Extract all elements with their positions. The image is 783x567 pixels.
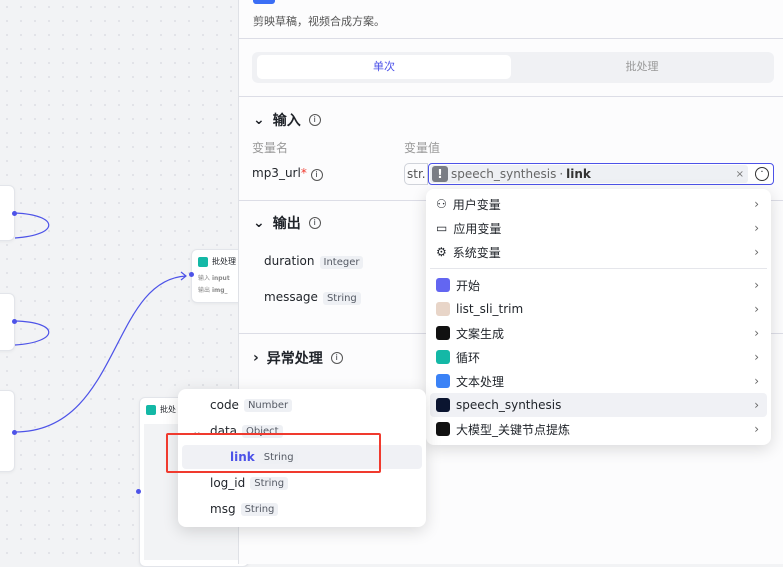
col-value-label: 变量值 bbox=[404, 141, 441, 155]
llm-icon bbox=[436, 326, 450, 340]
chevron-right-icon: › bbox=[754, 302, 759, 316]
port[interactable] bbox=[12, 430, 17, 435]
type-selector[interactable]: str. bbox=[404, 163, 428, 185]
variable-ref-input[interactable]: ! speech_synthesis · link × · bbox=[428, 163, 774, 185]
field-item[interactable]: code Number bbox=[182, 393, 422, 417]
chevron-right-icon: › bbox=[754, 374, 759, 388]
folder-icon: ▭ bbox=[436, 221, 448, 235]
port[interactable] bbox=[189, 272, 194, 277]
chevron-right-icon: › bbox=[754, 197, 759, 211]
node-icon bbox=[253, 0, 275, 4]
loop-icon bbox=[436, 350, 450, 364]
menu-item-node[interactable]: list_sli_trim › bbox=[430, 297, 767, 321]
output-field: duration Integer bbox=[264, 254, 364, 269]
port[interactable] bbox=[136, 489, 141, 494]
menu-item-node[interactable]: speech_synthesis › bbox=[430, 393, 767, 417]
node-description: 剪映草稿，视频合成方案。 bbox=[253, 15, 385, 28]
audio-icon bbox=[436, 398, 450, 412]
warning-icon: ! bbox=[432, 166, 448, 182]
user-icon: ⚇ bbox=[436, 197, 447, 211]
start-icon bbox=[436, 278, 450, 292]
clear-icon[interactable]: × bbox=[736, 169, 744, 180]
chevron-down-icon: ⌄ bbox=[253, 112, 265, 128]
port[interactable] bbox=[12, 211, 17, 216]
output-field: message String bbox=[264, 290, 361, 305]
variable-picker-icon[interactable]: · bbox=[755, 167, 769, 181]
col-name-label: 变量名 bbox=[252, 141, 289, 155]
edge bbox=[14, 320, 50, 346]
avatar-icon bbox=[436, 302, 450, 316]
chevron-right-icon: › bbox=[754, 245, 759, 259]
field-item[interactable]: log_id String bbox=[182, 471, 422, 495]
chevron-right-icon: › bbox=[253, 350, 259, 366]
menu-item-node[interactable]: 开始 › bbox=[430, 273, 767, 297]
menu-item-node[interactable]: 文案生成 › bbox=[430, 321, 767, 345]
batch-icon bbox=[198, 256, 208, 267]
input-section-header[interactable]: ⌄ 输入 i bbox=[253, 110, 321, 130]
chevron-right-icon: › bbox=[754, 221, 759, 235]
menu-item-user-vars[interactable]: ⚇ 用户变量 › bbox=[430, 192, 767, 216]
info-icon[interactable]: i bbox=[310, 169, 323, 181]
variable-menu: ⚇ 用户变量 › ▭ 应用变量 › ⚙ 系统变量 › 开始 › list_sli_trim › 文案… bbox=[426, 189, 771, 445]
chevron-right-icon: › bbox=[754, 326, 759, 340]
menu-item-system-vars[interactable]: ⚙ 系统变量 › bbox=[430, 240, 767, 264]
text-process-icon bbox=[436, 374, 450, 388]
gear-icon: ⚙ bbox=[436, 245, 447, 259]
chevron-right-icon: › bbox=[754, 350, 759, 364]
tab-single[interactable]: 单次 bbox=[257, 55, 511, 79]
menu-item-node[interactable]: 循环 › bbox=[430, 345, 767, 369]
chevron-right-icon: › bbox=[754, 422, 759, 436]
info-icon[interactable]: i bbox=[330, 352, 343, 364]
info-icon[interactable]: i bbox=[308, 114, 321, 126]
param-name: mp3_url* i bbox=[252, 166, 323, 181]
run-mode-tabs: 单次 批处理 bbox=[252, 52, 774, 83]
tab-batch[interactable]: 批处理 bbox=[514, 55, 770, 79]
menu-divider bbox=[430, 268, 767, 269]
field-item[interactable]: msg String bbox=[182, 497, 422, 521]
chevron-right-icon: › bbox=[754, 278, 759, 292]
output-section-header[interactable]: ⌄ 输出 i bbox=[253, 213, 321, 233]
port[interactable] bbox=[12, 319, 17, 324]
error-section-header[interactable]: › 异常处理 i bbox=[253, 348, 343, 368]
highlight-box bbox=[166, 433, 381, 473]
edge bbox=[14, 212, 50, 239]
menu-item-node[interactable]: 文本处理 › bbox=[430, 369, 767, 393]
chevron-down-icon: ⌄ bbox=[253, 215, 265, 231]
menu-item-app-vars[interactable]: ▭ 应用变量 › bbox=[430, 216, 767, 240]
batch-icon bbox=[146, 404, 156, 415]
llm-icon bbox=[436, 422, 450, 436]
info-icon[interactable]: i bbox=[308, 217, 321, 229]
menu-item-node[interactable]: 大模型_关键节点提炼 › bbox=[430, 417, 767, 441]
chevron-right-icon: › bbox=[754, 398, 759, 412]
